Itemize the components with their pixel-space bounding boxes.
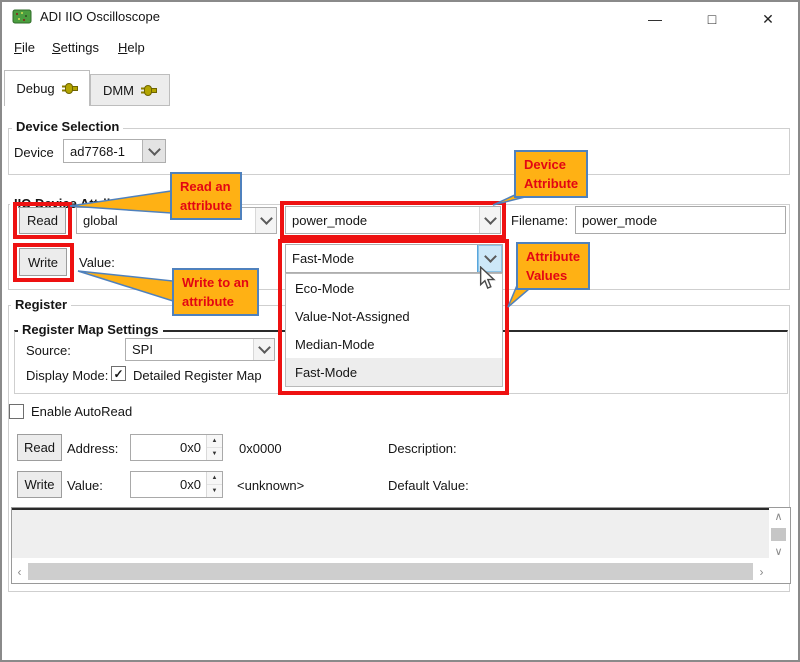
app-icon	[12, 9, 32, 24]
spin-down-icon[interactable]: ▼	[207, 485, 222, 497]
register-map-settings-title: Register Map Settings	[18, 322, 163, 337]
register-map-panel: ∧ ∨ ‹ ›	[11, 507, 791, 584]
attr-value-combobox-value: Fast-Mode	[286, 245, 477, 272]
chevron-down-icon	[142, 140, 165, 162]
close-button[interactable]: ✕	[751, 7, 785, 31]
enable-autoread-checkbox[interactable]	[9, 404, 24, 419]
register-map-textview[interactable]	[12, 508, 769, 558]
scroll-up-icon[interactable]: ∧	[774, 510, 782, 523]
attribute-combobox[interactable]: power_mode	[285, 206, 501, 234]
attr-value-combobox[interactable]: Fast-Mode	[285, 244, 503, 273]
tab-dmm[interactable]: DMM	[90, 74, 170, 106]
callout-write-attribute: Write to an attribute	[172, 268, 259, 316]
source-combobox[interactable]: SPI	[125, 338, 275, 361]
spin-up-icon[interactable]: ▲	[207, 472, 222, 485]
attribute-combobox-value: power_mode	[286, 207, 479, 233]
register-title: Register	[11, 297, 71, 312]
chevron-down-icon	[253, 339, 274, 360]
vertical-scrollbar[interactable]: ∧ ∨	[769, 510, 788, 558]
plug-icon	[141, 84, 157, 97]
plug-icon	[62, 82, 78, 95]
default-value-label: Default Value:	[388, 478, 469, 493]
tab-debug[interactable]: Debug	[4, 70, 90, 106]
device-combobox[interactable]: ad7768-1	[63, 139, 166, 163]
spin-down-icon[interactable]: ▼	[207, 448, 222, 460]
register-read-button[interactable]: Read	[17, 434, 62, 461]
attr-read-button[interactable]: Read	[19, 207, 66, 234]
callout-attribute-values: Attribute Values	[516, 242, 590, 290]
menu-help[interactable]: Help	[118, 40, 145, 55]
source-combobox-value: SPI	[126, 339, 253, 360]
description-label: Description:	[388, 441, 457, 456]
dropdown-option[interactable]: Median-Mode	[286, 330, 502, 358]
window-title: ADI IIO Oscilloscope	[40, 9, 160, 24]
register-value-label: Value:	[67, 478, 103, 493]
scroll-down-icon[interactable]: ∨	[774, 545, 782, 558]
callout-device-attribute: Device Attribute	[514, 150, 588, 198]
value-spinbox[interactable]: 0x0 ▲ ▼	[130, 471, 223, 498]
attr-write-button[interactable]: Write	[19, 248, 67, 276]
chevron-down-icon	[255, 208, 276, 233]
device-combobox-value: ad7768-1	[64, 140, 142, 162]
menu-settings[interactable]: Settings	[52, 40, 99, 55]
spin-up-icon[interactable]: ▲	[207, 435, 222, 448]
horizontal-scroll-thumb[interactable]	[28, 563, 753, 580]
value-unknown-text: <unknown>	[237, 478, 304, 493]
filename-field[interactable]: power_mode	[575, 206, 786, 234]
address-spinbox[interactable]: 0x0 ▲ ▼	[130, 434, 223, 461]
address-label: Address:	[67, 441, 118, 456]
chevron-down-icon	[479, 207, 500, 233]
menu-file[interactable]: File	[14, 40, 35, 55]
source-label: Source:	[26, 343, 71, 358]
dropdown-option[interactable]: Value-Not-Assigned	[286, 302, 502, 330]
tab-debug-label: Debug	[16, 81, 54, 96]
value-spinbox-value: 0x0	[131, 477, 206, 492]
scroll-left-icon[interactable]: ‹	[13, 565, 26, 579]
device-label: Device	[14, 145, 54, 160]
display-mode-label: Display Mode:	[26, 368, 108, 383]
register-write-button[interactable]: Write	[17, 471, 62, 498]
chevron-down-icon	[477, 245, 502, 272]
detailed-register-map-checkbox[interactable]: ✓	[111, 366, 126, 381]
dropdown-option[interactable]: Eco-Mode	[286, 274, 502, 302]
attr-value-dropdown: Eco-Mode Value-Not-Assigned Median-Mode …	[285, 273, 503, 387]
filename-label: Filename:	[511, 213, 568, 228]
attr-value-label: Value:	[79, 255, 115, 270]
tab-dmm-label: DMM	[103, 83, 134, 98]
horizontal-scrollbar[interactable]: ‹ ›	[13, 562, 768, 581]
scroll-right-icon[interactable]: ›	[755, 565, 768, 579]
callout-read-attribute: Read an attribute	[170, 172, 242, 220]
minimize-button[interactable]: —	[638, 7, 672, 31]
device-selection-title: Device Selection	[12, 119, 123, 134]
app-window: ADI IIO Oscilloscope — □ ✕ File Settings…	[0, 0, 800, 662]
maximize-button[interactable]: □	[695, 7, 729, 31]
vertical-scroll-thumb[interactable]	[771, 528, 786, 541]
detailed-register-map-label: Detailed Register Map	[133, 368, 262, 383]
enable-autoread-label: Enable AutoRead	[31, 404, 132, 419]
dropdown-option-selected[interactable]: Fast-Mode	[286, 358, 502, 386]
address-spinbox-value: 0x0	[131, 440, 206, 455]
address-hex-value: 0x0000	[239, 441, 282, 456]
